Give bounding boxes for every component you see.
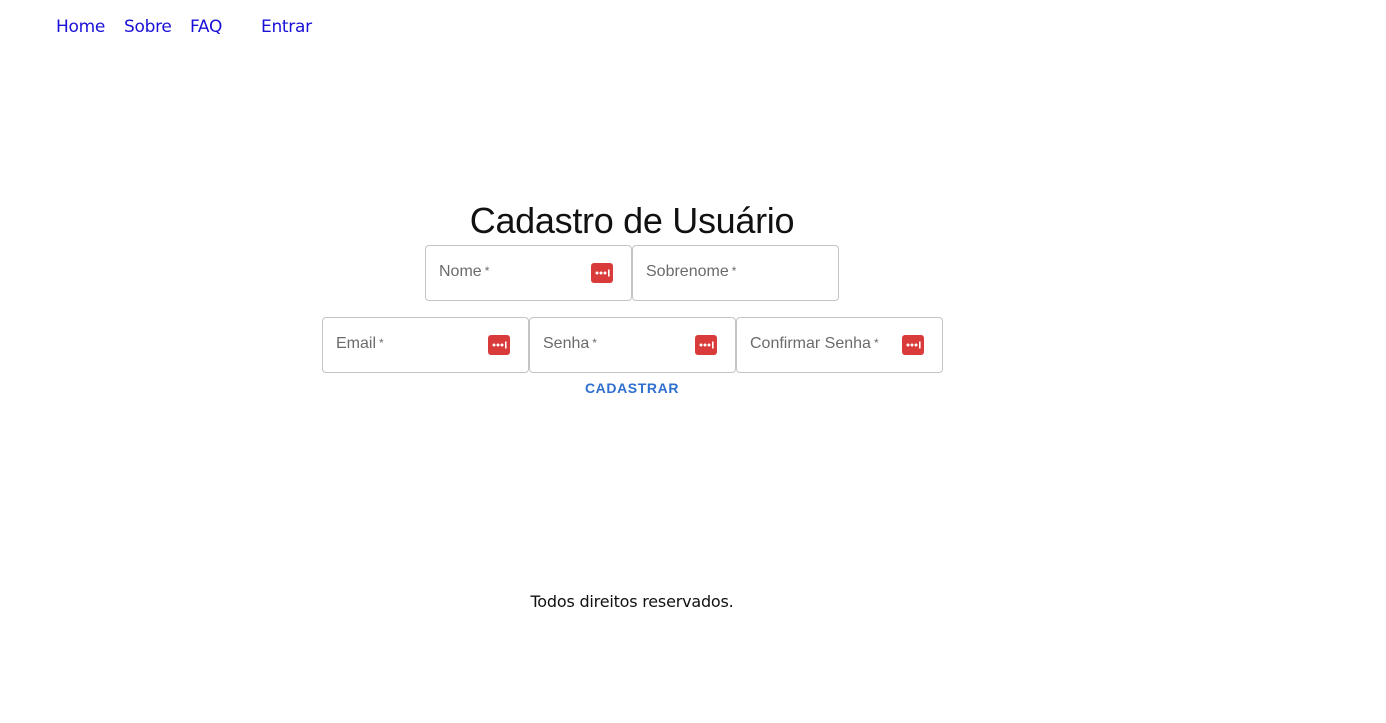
nome-label: Nome * xyxy=(439,263,490,280)
email-field[interactable]: Email * xyxy=(322,317,529,373)
password-manager-icon[interactable] xyxy=(591,263,613,283)
cadastrar-button[interactable]: CADASTRAR xyxy=(0,380,1264,396)
page-title: Cadastro de Usuário xyxy=(469,200,795,241)
footer-text: Todos direitos reservados. xyxy=(530,592,734,611)
sobrenome-label: Sobrenome * xyxy=(646,263,737,280)
confirmar-senha-label: Confirmar Senha * xyxy=(750,335,879,352)
password-manager-icon[interactable] xyxy=(488,335,510,355)
nav-link-entrar[interactable]: Entrar xyxy=(261,17,312,37)
confirmar-senha-field[interactable]: Confirmar Senha * xyxy=(736,317,943,373)
nav-link-home[interactable]: Home xyxy=(56,17,105,37)
password-manager-icon[interactable] xyxy=(902,335,924,355)
senha-field[interactable]: Senha * xyxy=(529,317,736,373)
nav-link-sobre[interactable]: Sobre xyxy=(124,17,172,37)
senha-label: Senha * xyxy=(543,335,597,352)
email-label: Email * xyxy=(336,335,384,352)
sobrenome-field[interactable]: Sobrenome * xyxy=(632,245,839,301)
nav-link-faq[interactable]: FAQ xyxy=(190,17,222,37)
password-manager-icon[interactable] xyxy=(695,335,717,355)
nome-field[interactable]: Nome * xyxy=(425,245,632,301)
